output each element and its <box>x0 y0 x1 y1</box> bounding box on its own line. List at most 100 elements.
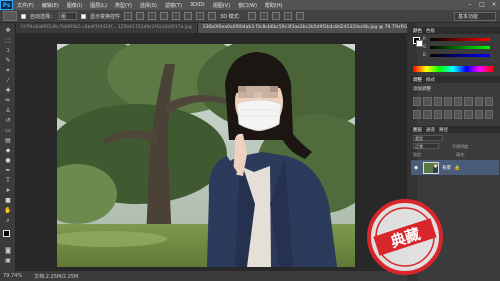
zoom-tool-icon[interactable]: ⌕ <box>3 217 13 225</box>
align-middle-icon[interactable] <box>136 12 145 20</box>
color-lookup-icon[interactable] <box>433 110 442 119</box>
tab-adjustments[interactable]: 调整 <box>413 77 422 83</box>
shape-tool-icon[interactable]: ■ <box>3 197 13 205</box>
menu-edit[interactable]: 编辑(E) <box>38 2 63 9</box>
dodge-tool-icon[interactable]: ● <box>3 157 13 165</box>
blue-label: B <box>423 52 426 57</box>
menu-filter[interactable]: 滤镜(T) <box>161 2 186 9</box>
channel-mixer-icon[interactable] <box>423 110 432 119</box>
green-label: G <box>423 44 427 49</box>
tab-color[interactable]: 颜色 <box>413 28 422 34</box>
3d-roll-icon[interactable] <box>259 12 268 20</box>
document-tab-active[interactable]: 236b0f0ea0e0f004ab3 f3c8cb6bc59c3f3ae2bc… <box>197 23 407 33</box>
tab-channels[interactable]: 通道 <box>426 127 435 133</box>
document-image[interactable] <box>57 44 355 267</box>
auto-select-checkbox[interactable] <box>21 13 26 19</box>
photoshop-logo: Ps <box>0 0 13 10</box>
quick-mask-icon[interactable]: ◙ <box>3 247 13 255</box>
blur-tool-icon[interactable]: ◆ <box>3 147 13 155</box>
levels-icon[interactable] <box>423 97 432 106</box>
align-right-icon[interactable] <box>184 12 193 20</box>
menu-file[interactable]: 文件(F) <box>13 2 38 9</box>
posterize-icon[interactable] <box>454 110 463 119</box>
canvas-area[interactable] <box>16 33 407 271</box>
blue-slider[interactable] <box>430 54 490 57</box>
menu-image[interactable]: 图像(I) <box>63 2 86 9</box>
document-tabs: fd7f4c8a8f01d9c7b89f4b5 c6bdf1f4d24f... … <box>16 23 407 33</box>
menu-layer[interactable]: 图层(L) <box>86 2 111 9</box>
minimize-button[interactable]: – <box>466 1 474 8</box>
3d-scale-icon[interactable] <box>295 12 304 20</box>
gradient-tool-icon[interactable]: ▤ <box>3 137 13 145</box>
menu-type[interactable]: 类型(Y) <box>111 2 136 9</box>
red-slider[interactable] <box>430 38 490 41</box>
marquee-tool-icon[interactable]: ⬚ <box>3 37 13 45</box>
hand-tool-icon[interactable]: ✋ <box>3 207 13 215</box>
tab-styles[interactable]: 样式 <box>426 77 435 83</box>
eraser-tool-icon[interactable]: ▭ <box>3 127 13 135</box>
tab-layers[interactable]: 图层 <box>413 127 422 133</box>
healing-brush-tool-icon[interactable]: ✚ <box>3 87 13 95</box>
eye-icon[interactable]: ◉ <box>414 165 420 171</box>
type-tool-icon[interactable]: T <box>3 177 13 185</box>
document-tab[interactable]: fd7f4c8a8f01d9c7b89f4b5 c6bdf1f4d24f... … <box>16 23 198 33</box>
close-button[interactable]: × <box>490 1 498 8</box>
show-transform-checkbox[interactable] <box>81 13 87 19</box>
move-tool-preset-icon[interactable] <box>3 11 17 21</box>
layer-row-background[interactable]: ◉ 背景 🔒 <box>411 160 499 175</box>
screen-mode-icon[interactable]: ▣ <box>3 257 13 265</box>
menu-select[interactable]: 选择(S) <box>136 2 161 9</box>
hue-icon[interactable] <box>464 97 473 106</box>
quick-select-tool-icon[interactable]: ✎ <box>3 57 13 65</box>
gradient-map-icon[interactable] <box>474 110 483 119</box>
selective-color-icon[interactable] <box>484 110 493 119</box>
invert-icon[interactable] <box>443 110 452 119</box>
pen-tool-icon[interactable]: ✒ <box>3 167 13 175</box>
menu-help[interactable]: 帮助(H) <box>261 2 287 9</box>
vibrance-icon[interactable] <box>454 97 463 106</box>
zoom-level[interactable]: 79.74% <box>3 273 22 279</box>
curves-icon[interactable] <box>433 97 442 106</box>
color-spectrum[interactable] <box>413 66 493 72</box>
blend-mode-select[interactable]: 正常 <box>413 143 439 149</box>
menu-3d[interactable]: 3D(D) <box>186 2 209 8</box>
3d-slide-icon[interactable] <box>283 12 292 20</box>
align-left-icon[interactable] <box>160 12 169 20</box>
photo-filter-icon[interactable] <box>413 110 422 119</box>
clone-stamp-tool-icon[interactable]: ♙ <box>3 107 13 115</box>
photo-content <box>57 44 355 267</box>
maximize-button[interactable]: □ <box>478 1 486 8</box>
layer-kind-filter[interactable]: 类型 <box>413 135 443 141</box>
color-balance-icon[interactable] <box>474 97 483 106</box>
menu-view[interactable]: 视图(V) <box>209 2 234 9</box>
distribute-icon[interactable] <box>196 12 205 20</box>
tab-paths[interactable]: 路径 <box>439 127 448 133</box>
3d-drag-icon[interactable] <box>271 12 280 20</box>
exposure-icon[interactable] <box>443 97 452 106</box>
eyedropper-tool-icon[interactable]: ⁄ <box>3 77 13 85</box>
threshold-icon[interactable] <box>464 110 473 119</box>
layer-thumbnail <box>423 161 439 174</box>
bw-icon[interactable] <box>484 97 493 106</box>
foreground-color-swatch[interactable] <box>3 230 10 237</box>
workspace-switcher[interactable]: 基本功能 <box>454 12 496 21</box>
move-tool-icon[interactable]: ✥ <box>3 27 13 35</box>
3d-rotate-icon[interactable] <box>247 12 256 20</box>
align-bottom-icon[interactable] <box>148 12 157 20</box>
distribute-2-icon[interactable] <box>208 12 217 20</box>
lasso-tool-icon[interactable]: ↄ <box>3 47 13 55</box>
brush-tool-icon[interactable]: ✏ <box>3 97 13 105</box>
show-transform-label: 显示变换控件 <box>90 13 121 20</box>
tab-swatches[interactable]: 色板 <box>426 28 435 34</box>
align-top-icon[interactable] <box>124 12 133 20</box>
color-background-swatch[interactable] <box>416 40 423 47</box>
brightness-icon[interactable] <box>413 97 422 106</box>
green-slider[interactable] <box>430 46 490 49</box>
menu-window[interactable]: 窗口(W) <box>234 2 261 9</box>
auto-select-dropdown[interactable]: 组 <box>59 12 78 20</box>
path-select-tool-icon[interactable]: ➤ <box>3 187 13 195</box>
lock-label: 锁定: <box>413 152 423 157</box>
crop-tool-icon[interactable]: ⌗ <box>3 67 13 75</box>
align-center-icon[interactable] <box>172 12 181 20</box>
history-brush-tool-icon[interactable]: ↺ <box>3 117 13 125</box>
